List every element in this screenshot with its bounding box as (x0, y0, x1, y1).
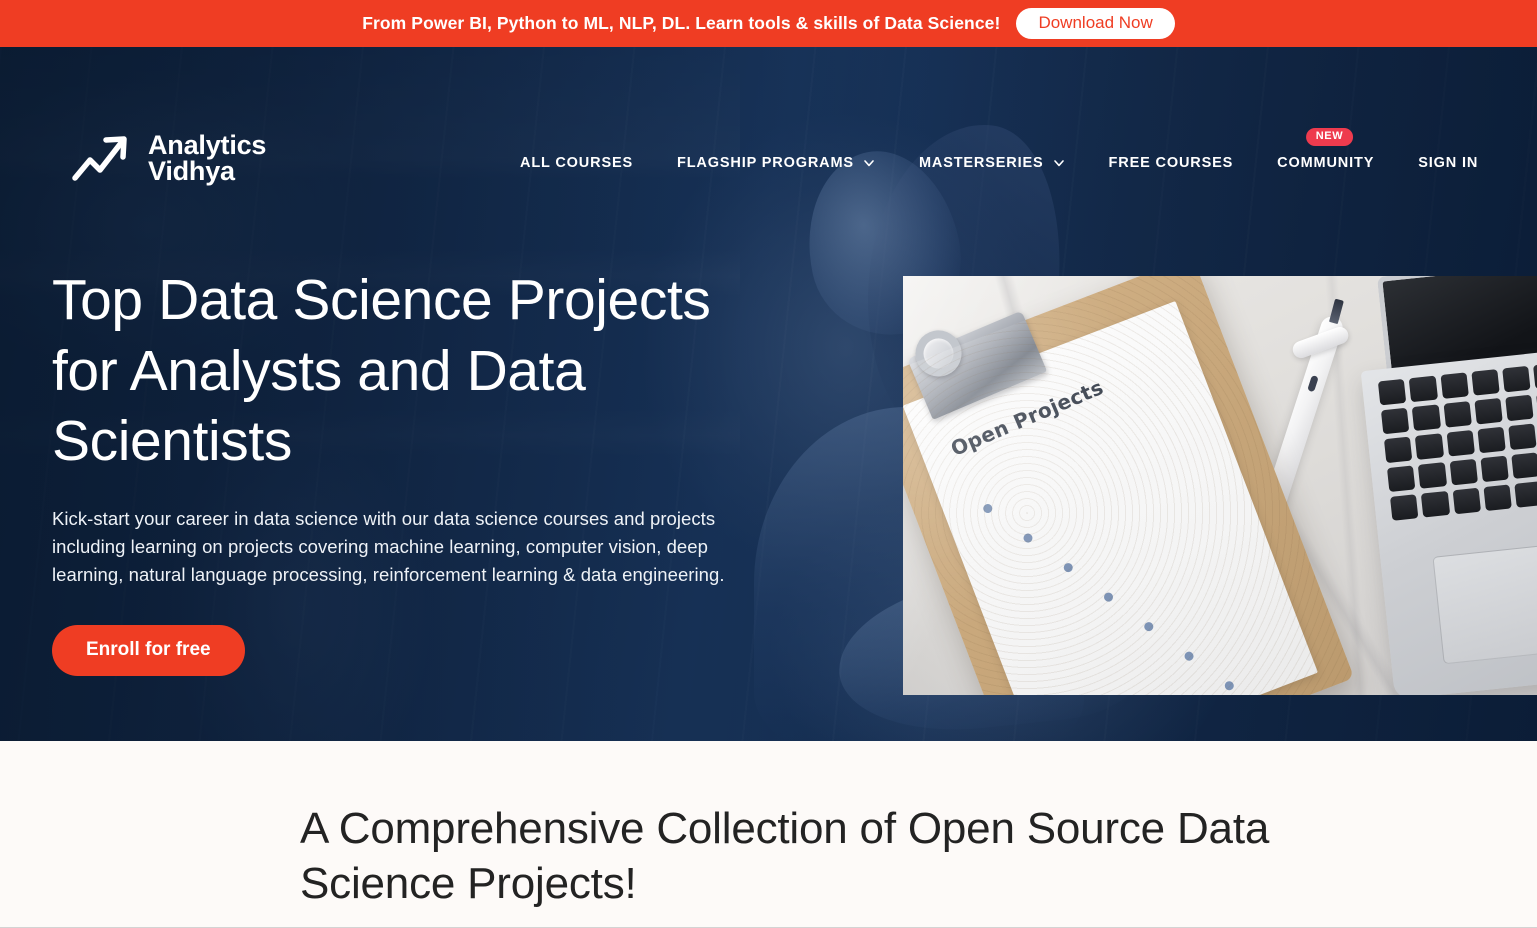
enroll-for-free-button[interactable]: Enroll for free (52, 625, 245, 677)
promo-banner: From Power BI, Python to ML, NLP, DL. Le… (0, 0, 1537, 47)
open-source-projects-section: A Comprehensive Collection of Open Sourc… (0, 741, 1537, 928)
section-heading: A Comprehensive Collection of Open Sourc… (300, 804, 1270, 909)
new-badge: NEW (1305, 128, 1354, 146)
laptop-base (1360, 346, 1537, 695)
nav-item-label: MASTERSERIES (918, 155, 1044, 171)
laptop-trackpad (1432, 542, 1537, 665)
hero-title: Top Data Science Projects for Analysts a… (52, 268, 711, 474)
chevron-down-icon (863, 157, 875, 169)
brand-logo-link[interactable]: Analytics Vidhya (72, 132, 266, 185)
nav-item-masterseries[interactable]: MASTERSERIES (897, 155, 1087, 171)
chevron-down-icon (1053, 157, 1065, 169)
promo-banner-message: From Power BI, Python to ML, NLP, DL. Le… (362, 13, 1001, 33)
hero-photo-clipboard-desk: Open Projects (903, 276, 1537, 695)
nav-item-sign-in[interactable]: SIGN IN (1396, 155, 1478, 171)
hero-subtitle: Kick-start your career in data science w… (52, 508, 725, 586)
brand-wordmark: Analytics Vidhya (148, 130, 267, 187)
nav-item-all-courses[interactable]: ALL COURSES (520, 155, 655, 171)
laptop-keyboard (1377, 359, 1537, 540)
nav-item-label: SIGN IN (1418, 155, 1479, 171)
nav-item-label: FLAGSHIP PROGRAMS (677, 155, 854, 171)
zigzag-arrow-icon (72, 136, 127, 182)
nav-item-community[interactable]: NEW COMMUNITY (1255, 128, 1396, 171)
site-header: Analytics Vidhya ALL COURSES FLAGSHIP PR… (0, 47, 1537, 185)
nav-item-label: COMMUNITY (1277, 155, 1375, 171)
nav-item-free-courses[interactable]: FREE COURSES (1087, 155, 1256, 171)
nav-item-flagship-programs[interactable]: FLAGSHIP PROGRAMS (655, 155, 897, 171)
nav-item-label: ALL COURSES (520, 155, 634, 171)
nav-item-label: FREE COURSES (1108, 155, 1234, 171)
clipboard-bullet-dots (981, 434, 1258, 695)
hero-copy-block: Top Data Science Projects for Analysts a… (52, 265, 812, 677)
hero-section: Analytics Vidhya ALL COURSES FLAGSHIP PR… (0, 47, 1537, 741)
download-now-button[interactable]: Download Now (1016, 7, 1175, 40)
main-navigation: ALL COURSES FLAGSHIP PROGRAMS MASTERSERI… (520, 128, 1478, 171)
